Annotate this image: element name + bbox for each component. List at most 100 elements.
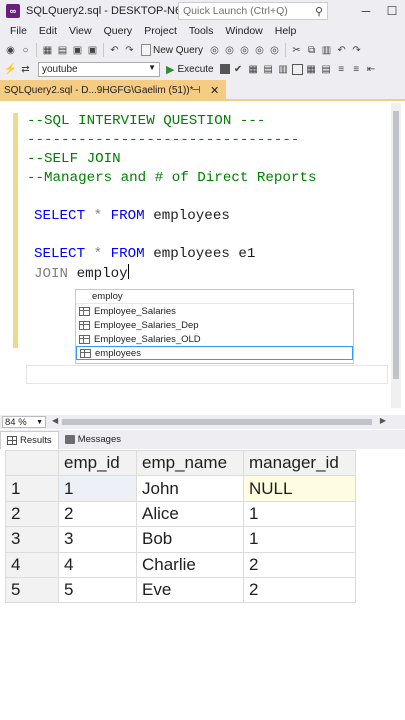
results-grid[interactable]: emp_id emp_name manager_id 1 1 John NULL…	[5, 449, 356, 604]
undo-edit-icon[interactable]: ↶	[335, 43, 348, 57]
paste-icon[interactable]: ▥	[320, 43, 333, 57]
comment-icon[interactable]: ≡	[335, 62, 348, 76]
mdx-query-icon[interactable]: ◎	[223, 43, 236, 57]
grid-icon	[7, 435, 17, 445]
intellisense-icon[interactable]: ▥	[277, 62, 290, 76]
menu-help[interactable]: Help	[269, 25, 303, 37]
menu-tools[interactable]: Tools	[183, 25, 220, 37]
row-number[interactable]: 2	[5, 500, 59, 528]
menu-edit[interactable]: Edit	[33, 25, 63, 37]
cell-emp-name[interactable]: Eve	[136, 576, 244, 604]
row-number[interactable]: 1	[5, 475, 59, 502]
uncomment-icon[interactable]: ≡	[350, 62, 363, 76]
execute-button[interactable]: ▶ Execute	[162, 63, 218, 76]
row-number[interactable]: 4	[5, 551, 59, 578]
menu-project[interactable]: Project	[138, 25, 183, 37]
intellisense-item-selected[interactable]: employees	[76, 346, 353, 360]
new-item-icon[interactable]: ▦	[41, 43, 54, 57]
column-header-emp-id[interactable]: emp_id	[58, 449, 137, 477]
editor-vertical-scrollbar[interactable]	[391, 103, 401, 408]
zoom-select[interactable]: 84 % ▼	[2, 416, 46, 428]
results-to-grid-icon[interactable]: ▦	[305, 62, 318, 76]
save-all-icon[interactable]: ▣	[86, 43, 99, 57]
row-number[interactable]: 3	[5, 526, 59, 553]
intellisense-item[interactable]: Employee_Salaries	[76, 304, 353, 318]
pin-icon[interactable]: ⊣	[192, 85, 201, 96]
chevron-down-icon: ▼	[148, 62, 156, 72]
cell-emp-id[interactable]: 3	[58, 526, 137, 553]
cell-emp-name[interactable]: Charlie	[136, 551, 244, 578]
query-options-icon[interactable]: ▦	[247, 62, 260, 76]
scrollbar-thumb[interactable]	[393, 111, 399, 379]
redo-icon[interactable]: ↷	[123, 43, 136, 57]
intellisense-typed: employ	[76, 290, 353, 304]
scroll-left-icon[interactable]: ◀	[52, 416, 58, 425]
cell-emp-id[interactable]: 2	[58, 500, 137, 528]
menu-query[interactable]: Query	[98, 25, 139, 37]
tab-results[interactable]: Results	[0, 430, 59, 449]
quick-launch-input[interactable]: Quick Launch (Ctrl+Q) ⚲	[178, 2, 328, 20]
forward-icon[interactable]: ○	[19, 43, 32, 57]
header-row: emp_id emp_name manager_id	[5, 449, 356, 477]
parse-checkmark-icon[interactable]: ✔	[232, 62, 245, 76]
estimated-plan-icon[interactable]: ▤	[262, 62, 275, 76]
database-select[interactable]: youtube ▼	[38, 61, 160, 77]
das-query-icon[interactable]: ◎	[268, 43, 281, 57]
menu-file[interactable]: File	[4, 25, 33, 37]
keyword-select: SELECT	[34, 246, 86, 262]
cell-manager-id[interactable]: 2	[243, 576, 356, 604]
tab-messages[interactable]: Messages	[59, 431, 127, 449]
editor-horizontal-scrollbar[interactable]: ◀ ▶	[52, 416, 386, 427]
intellisense-item[interactable]: Employee_Salaries_Dep	[76, 318, 353, 332]
table-row: 2 2 Alice 1	[5, 500, 356, 528]
cell-emp-id[interactable]: 4	[58, 551, 137, 578]
cell-manager-id[interactable]: 1	[243, 500, 356, 528]
db-engine-query-icon[interactable]: ◎	[208, 43, 221, 57]
copy-icon[interactable]: ⧉	[305, 43, 318, 57]
stop-icon[interactable]	[219, 64, 230, 74]
column-header-manager-id[interactable]: manager_id	[243, 449, 356, 477]
new-query-button[interactable]: New Query	[138, 44, 206, 56]
toolbar-separator	[36, 43, 37, 57]
cell-emp-id[interactable]: 5	[58, 576, 137, 604]
sql-editor-toolbar: ⚡ ⇄ youtube ▼ ▶ Execute ✔ ▦ ▤ ▥ ▦ ▤ ≡ ≡ …	[0, 59, 405, 79]
maximize-icon[interactable]: ☐	[379, 0, 405, 22]
code-line-join: JOIN employ	[34, 264, 129, 284]
quick-launch-placeholder: Quick Launch (Ctrl+Q)	[183, 5, 288, 17]
cell-emp-name[interactable]: John	[136, 475, 244, 502]
back-icon[interactable]: ◉	[4, 43, 17, 57]
outdent-icon[interactable]: ⇤	[365, 62, 378, 76]
cut-icon[interactable]: ✂	[290, 43, 303, 57]
query-editor[interactable]: --SQL INTERVIEW QUESTION --- -----------…	[0, 103, 405, 415]
cell-manager-id[interactable]: NULL	[243, 475, 356, 502]
connect-icon[interactable]: ⚡	[4, 62, 17, 76]
minimize-icon[interactable]: ─	[353, 0, 379, 22]
menu-view[interactable]: View	[63, 25, 98, 37]
cell-emp-name[interactable]: Bob	[136, 526, 244, 553]
xmla-query-icon[interactable]: ◎	[253, 43, 266, 57]
results-to-text-icon[interactable]	[291, 63, 303, 75]
cell-emp-id[interactable]: 1	[58, 475, 137, 502]
close-icon[interactable]: ✕	[210, 84, 219, 97]
cell-manager-id[interactable]: 1	[243, 526, 356, 553]
cell-emp-name[interactable]: Alice	[136, 500, 244, 528]
cell-manager-id[interactable]: 2	[243, 551, 356, 578]
message-icon	[64, 435, 75, 444]
redo-edit-icon[interactable]: ↷	[350, 43, 363, 57]
code-line-2: --------------------------------	[27, 132, 300, 148]
menu-window[interactable]: Window	[219, 25, 268, 37]
undo-icon[interactable]: ↶	[108, 43, 121, 57]
change-connection-icon[interactable]: ⇄	[19, 62, 32, 76]
scroll-right-icon[interactable]: ▶	[380, 416, 386, 425]
tab-sqlquery2[interactable]: SQLQuery2.sql - D...9HGFG\Gaelim (51))* …	[0, 80, 226, 100]
scrollbar-thumb[interactable]	[62, 419, 372, 425]
dmx-query-icon[interactable]: ◎	[238, 43, 251, 57]
row-number-header[interactable]	[5, 449, 59, 477]
code-line-select-2: SELECT * FROM employees e1	[34, 245, 255, 264]
save-icon[interactable]: ▣	[71, 43, 84, 57]
results-to-file-icon[interactable]: ▤	[320, 62, 333, 76]
intellisense-item[interactable]: Employee_Salaries_OLD	[76, 332, 353, 346]
row-number[interactable]: 5	[5, 576, 59, 604]
column-header-emp-name[interactable]: emp_name	[136, 449, 244, 477]
open-file-icon[interactable]: ▤	[56, 43, 69, 57]
